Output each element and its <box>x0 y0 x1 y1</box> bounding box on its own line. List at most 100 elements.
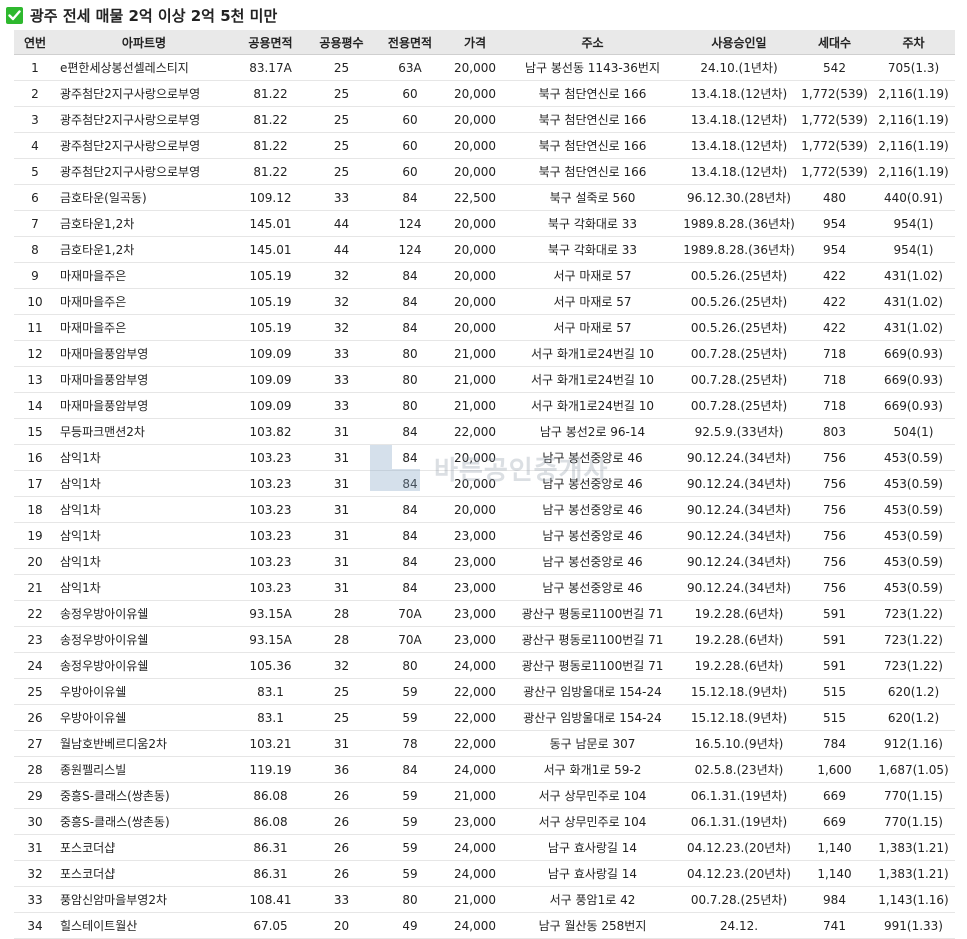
col-parking-cell: 504(1) <box>872 418 955 445</box>
col-parking-cell: 453(0.59) <box>872 548 955 575</box>
col-approval-date-cell: 19.2.28.(6년차) <box>681 626 797 653</box>
col-price-cell: 23,000 <box>446 522 504 549</box>
col-supply-pyeong-cell: 33 <box>309 184 374 211</box>
col-supply-pyeong-cell: 26 <box>309 860 374 887</box>
col-supply-pyeong-cell: 31 <box>309 470 374 497</box>
table-row: 5 광주첨단2지구사랑으로부영 81.22 25 60 20,000 북구 첨단연신로 16… <box>14 158 955 185</box>
col-address-cell: 북구 첨단연신로 166 <box>504 80 681 107</box>
col-price-cell: 23,000 <box>446 808 504 835</box>
col-parking-cell: 1,143(1.16) <box>872 886 955 913</box>
col-price-cell: 21,000 <box>446 886 504 913</box>
col-parking-cell: 620(1.2) <box>872 678 955 705</box>
col-supply-area-cell: 105.19 <box>232 314 309 341</box>
col-supply-pyeong-cell: 36 <box>309 756 374 783</box>
col-parking-cell: 705(1.3) <box>872 54 955 81</box>
col-parking-cell: 453(0.59) <box>872 522 955 549</box>
col-parking-cell: 954(1) <box>872 236 955 263</box>
col-exclusive-area-cell: 84 <box>374 184 446 211</box>
col-parking-cell: 669(0.93) <box>872 340 955 367</box>
col-price-cell: 22,500 <box>446 184 504 211</box>
col-serial-cell: 21 <box>14 574 56 601</box>
col-parking-cell: 453(0.59) <box>872 496 955 523</box>
col-parking-cell: 431(1.02) <box>872 314 955 341</box>
header-col-households: 세대수 <box>797 30 872 55</box>
col-supply-area-cell: 109.09 <box>232 392 309 419</box>
col-price-cell: 20,000 <box>446 314 504 341</box>
table-row: 26 우방아이유쉘 83.1 25 59 22,000 광산구 임방울대로 154-24 15… <box>14 704 955 731</box>
col-supply-area-cell: 86.08 <box>232 782 309 809</box>
col-supply-pyeong-cell: 44 <box>309 236 374 263</box>
col-address-cell: 광산구 평동로1100번길 71 <box>504 652 681 679</box>
col-households-cell: 669 <box>797 782 872 809</box>
col-supply-pyeong-cell: 28 <box>309 626 374 653</box>
col-supply-area-cell: 103.23 <box>232 548 309 575</box>
col-approval-date-cell: 13.4.18.(12년차) <box>681 132 797 159</box>
col-parking-cell: 2,116(1.19) <box>872 106 955 133</box>
col-serial-cell: 25 <box>14 678 56 705</box>
col-serial-cell: 10 <box>14 288 56 315</box>
col-exclusive-area-cell: 60 <box>374 158 446 185</box>
table-row: 33 풍암신암마을부영2차 108.41 33 80 21,000 서구 풍암1로 42 00… <box>14 886 955 913</box>
col-approval-date-cell: 04.12.23.(20년차) <box>681 834 797 861</box>
col-serial-cell: 13 <box>14 366 56 393</box>
header-col-price: 가격 <box>446 30 504 55</box>
col-apartment-name-cell: 마재마을풍암부영 <box>56 340 232 367</box>
col-supply-pyeong-cell: 32 <box>309 314 374 341</box>
col-parking-cell: 2,116(1.19) <box>872 80 955 107</box>
col-price-cell: 20,000 <box>446 444 504 471</box>
col-supply-pyeong-cell: 32 <box>309 652 374 679</box>
col-exclusive-area-cell: 84 <box>374 574 446 601</box>
table-row: 10 마재마을주은 105.19 32 84 20,000 서구 마재로 57 00.5.26… <box>14 288 955 315</box>
col-supply-pyeong-cell: 25 <box>309 678 374 705</box>
table-row: 12 마재마을풍암부영 109.09 33 80 21,000 서구 화개1로24번길 10… <box>14 340 955 367</box>
col-households-cell: 756 <box>797 574 872 601</box>
col-supply-area-cell: 145.01 <box>232 236 309 263</box>
col-approval-date-cell: 90.12.24.(34년차) <box>681 444 797 471</box>
header-col-address: 주소 <box>504 30 681 55</box>
col-parking-cell: 912(1.16) <box>872 730 955 757</box>
col-apartment-name-cell: 마재마을주은 <box>56 288 232 315</box>
col-households-cell: 784 <box>797 730 872 757</box>
col-approval-date-cell: 92.5.9.(33년차) <box>681 418 797 445</box>
header-col-parking: 주차 <box>872 30 955 55</box>
col-apartment-name-cell: 삼익1차 <box>56 548 232 575</box>
col-price-cell: 22,000 <box>446 678 504 705</box>
col-exclusive-area-cell: 84 <box>374 288 446 315</box>
col-price-cell: 20,000 <box>446 288 504 315</box>
table-row: 9 마재마을주은 105.19 32 84 20,000 서구 마재로 57 00.5.26.… <box>14 262 955 289</box>
col-parking-cell: 620(1.2) <box>872 704 955 731</box>
col-serial-cell: 22 <box>14 600 56 627</box>
col-apartment-name-cell: 금호타운(일곡동) <box>56 184 232 211</box>
col-exclusive-area-cell: 70A <box>374 626 446 653</box>
col-apartment-name-cell: 중흥S-클래스(쌍촌동) <box>56 808 232 835</box>
col-approval-date-cell: 13.4.18.(12년차) <box>681 80 797 107</box>
col-households-cell: 756 <box>797 522 872 549</box>
col-households-cell: 803 <box>797 418 872 445</box>
col-apartment-name-cell: 삼익1차 <box>56 496 232 523</box>
col-address-cell: 광산구 임방울대로 154-24 <box>504 704 681 731</box>
col-serial-cell: 27 <box>14 730 56 757</box>
col-households-cell: 1,772(539) <box>797 80 872 107</box>
col-supply-area-cell: 103.23 <box>232 470 309 497</box>
col-apartment-name-cell: 중흥S-클래스(쌍촌동) <box>56 782 232 809</box>
col-exclusive-area-cell: 84 <box>374 262 446 289</box>
col-exclusive-area-cell: 80 <box>374 340 446 367</box>
col-address-cell: 북구 첨단연신로 166 <box>504 132 681 159</box>
col-parking-cell: 723(1.22) <box>872 652 955 679</box>
col-address-cell: 서구 화개1로24번길 10 <box>504 392 681 419</box>
col-serial-cell: 16 <box>14 444 56 471</box>
col-supply-area-cell: 109.09 <box>232 366 309 393</box>
col-exclusive-area-cell: 78 <box>374 730 446 757</box>
col-approval-date-cell: 16.5.10.(9년차) <box>681 730 797 757</box>
col-apartment-name-cell: 우방아이유쉘 <box>56 704 232 731</box>
col-parking-cell: 1,687(1.05) <box>872 756 955 783</box>
col-serial-cell: 5 <box>14 158 56 185</box>
col-serial-cell: 23 <box>14 626 56 653</box>
col-exclusive-area-cell: 124 <box>374 236 446 263</box>
col-households-cell: 954 <box>797 236 872 263</box>
col-parking-cell: 954(1) <box>872 210 955 237</box>
col-address-cell: 북구 설죽로 560 <box>504 184 681 211</box>
listings-table: 연번 아파트명 공용면적 공용평수 전용면적 가격 주소 사용승인일 세대수 주차 1 e편한세상봉… <box>14 30 955 939</box>
col-supply-area-cell: 103.23 <box>232 522 309 549</box>
col-parking-cell: 770(1.15) <box>872 808 955 835</box>
